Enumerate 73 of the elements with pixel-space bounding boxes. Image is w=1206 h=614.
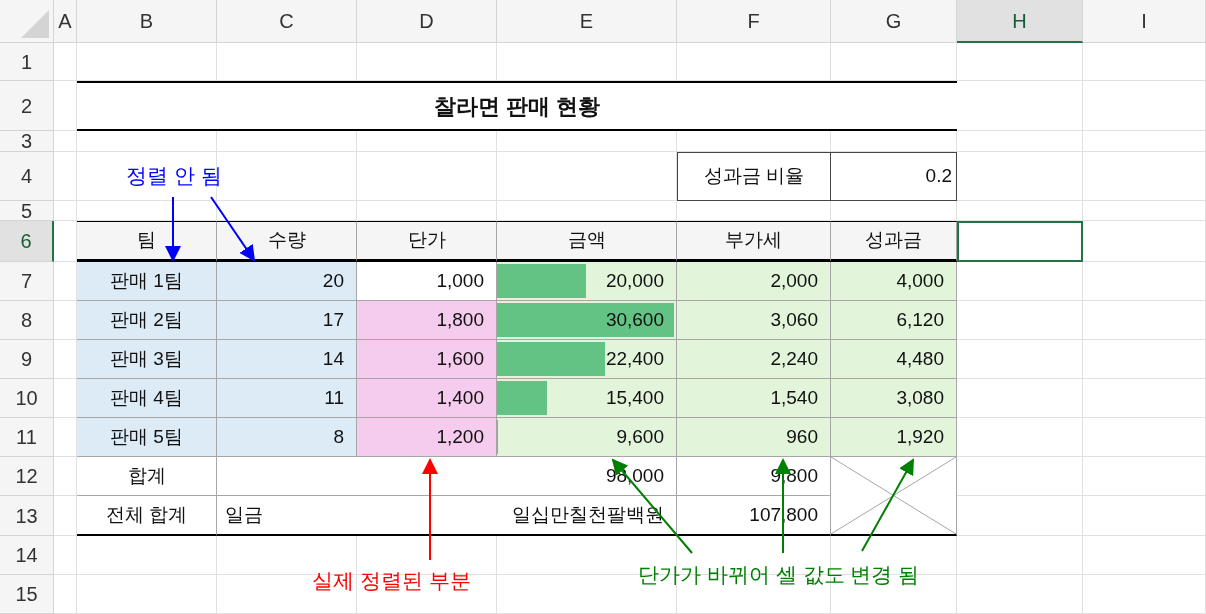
column-heading: 부가세 (677, 221, 831, 262)
table-cell: 4,480 (831, 340, 957, 379)
table-cell: 2,000 (677, 262, 831, 301)
table-cell: 1,600 (357, 340, 497, 379)
row-header[interactable]: 13 (0, 496, 54, 536)
row-header[interactable]: 12 (0, 457, 54, 496)
column-header[interactable]: F (677, 0, 831, 43)
column-header[interactable]: E (497, 0, 677, 43)
table-cell: 960 (677, 418, 831, 457)
row-header[interactable]: 1 (0, 43, 54, 81)
table-cell-text: 22,400 (605, 346, 664, 371)
table-cell: 20 (217, 262, 357, 301)
table-cell-text: 9,600 (616, 424, 664, 449)
table-cell: 8 (217, 418, 357, 457)
row-header[interactable]: 14 (0, 536, 54, 575)
table-cell: 14 (217, 340, 357, 379)
column-header[interactable]: D (357, 0, 497, 43)
row-header[interactable]: 4 (0, 152, 54, 201)
table-cell: 1,000 (357, 262, 497, 301)
table-cell-text: 15,400 (605, 385, 664, 410)
column-heading: 수량 (217, 221, 357, 262)
column-header[interactable]: G (831, 0, 957, 43)
table-cell: 4,000 (831, 262, 957, 301)
table-cell: 1,540 (677, 379, 831, 418)
row-header[interactable]: 6 (0, 221, 54, 262)
column-heading: 성과금 (831, 221, 957, 262)
table-cell: 합계 (77, 457, 217, 496)
table-cell-text: 20,000 (605, 268, 664, 293)
row-header[interactable]: 8 (0, 301, 54, 340)
annotation-label: 단가가 바뀌어 셀 값도 변경 됨 (638, 562, 920, 588)
row-header[interactable]: 5 (0, 201, 54, 221)
arrow (210, 196, 256, 262)
row-header[interactable]: 10 (0, 379, 54, 418)
table-cell: 판매 3팀 (77, 340, 217, 379)
arrow (165, 196, 181, 262)
column-header[interactable]: B (77, 0, 217, 43)
table-cell: 6,120 (831, 301, 957, 340)
table-cell: 17 (217, 301, 357, 340)
row-header[interactable]: 11 (0, 418, 54, 457)
row-header[interactable]: 2 (0, 81, 54, 131)
column-header[interactable]: C (217, 0, 357, 43)
selected-cell[interactable] (957, 221, 1083, 262)
table-cell: 3,080 (831, 379, 957, 418)
table-cell: 11 (217, 379, 357, 418)
column-header[interactable]: H (957, 0, 1083, 43)
table-cell: 1,800 (357, 301, 497, 340)
column-heading: 단가 (357, 221, 497, 262)
row-header[interactable]: 15 (0, 575, 54, 614)
row-header[interactable]: 9 (0, 340, 54, 379)
table-cell-text: 30,600 (605, 307, 664, 332)
table-cell: 판매 1팀 (77, 262, 217, 301)
column-header[interactable]: I (1083, 0, 1206, 43)
sheet-title: 찰라면 판매 현황 (77, 81, 957, 131)
column-heading: 팀 (77, 221, 217, 262)
column-header[interactable]: A (54, 0, 77, 43)
table-cell: 1,920 (831, 418, 957, 457)
table-cell: 판매 2팀 (77, 301, 217, 340)
column-heading: 금액 (497, 221, 677, 262)
table-cell: 성과금 비율 (677, 152, 831, 201)
table-cell: 0.2 (831, 152, 957, 201)
corner-triangle-icon (21, 10, 49, 38)
table-cell: 판매 4팀 (77, 379, 217, 418)
row-header[interactable]: 7 (0, 262, 54, 301)
table-cell: 판매 5팀 (77, 418, 217, 457)
annotation-label: 정렬 안 됨 (126, 163, 222, 189)
table-cell: 2,240 (677, 340, 831, 379)
table-cell: 1,200 (357, 418, 497, 457)
table-cell: 3,060 (677, 301, 831, 340)
table-cell: 전체 합계 (77, 496, 217, 536)
row-header[interactable]: 3 (0, 131, 54, 152)
annotation-label: 실제 정렬된 부분 (312, 568, 471, 594)
table-cell: 1,400 (357, 379, 497, 418)
table-cell-text: 일금 (225, 502, 263, 527)
